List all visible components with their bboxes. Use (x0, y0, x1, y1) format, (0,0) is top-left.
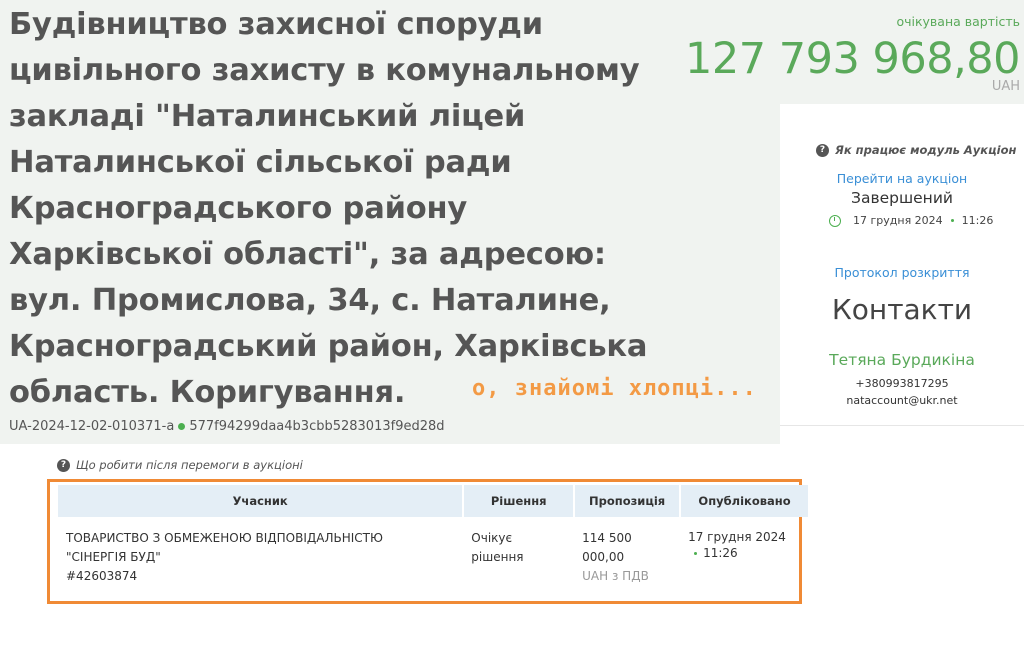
published-date: 17 грудня 2024 (688, 530, 786, 544)
decision-line1[interactable]: Очікує (471, 529, 574, 548)
published-cell: 17 грудня 2024 11:26 (680, 517, 809, 586)
separator-dot-icon (950, 219, 954, 222)
tender-id-row: UA-2024-12-02-010371-a 577f94299daa4b3cbb… (9, 419, 445, 434)
participant-name-line2: "СІНЕРГІЯ БУД" (66, 550, 161, 564)
bids-table: Учасник Рішення Пропозиція Опубліковано … (58, 485, 810, 586)
question-icon: ? (816, 143, 829, 157)
handwritten-annotation: о, знайомі хлопці... (472, 376, 757, 401)
table-row: ТОВАРИСТВО З ОБМЕЖЕНОЮ ВІДПОВІДАЛЬНІСТЮ … (58, 517, 809, 586)
separator-dot-icon (694, 551, 698, 555)
header-offer: Пропозиція (574, 485, 682, 517)
auction-date: 17 грудня 2024 (853, 214, 943, 227)
decision-cell[interactable]: Очікує рішення (463, 517, 574, 586)
tender-id: UA-2024-12-02-010371-a (9, 419, 175, 434)
expected-value-currency: UAH (991, 79, 1020, 94)
offer-cell: 114 500 000,00 UAH з ПДВ (574, 517, 680, 586)
offer-line1: 114 500 (582, 531, 632, 545)
auction-help-text: Як працює модуль Аукціон (835, 143, 1017, 157)
contact-name: Тетяна Бурдикіна (829, 351, 975, 369)
opening-protocol-link[interactable]: Протокол розкриття (780, 265, 1024, 280)
question-icon: ? (57, 458, 70, 472)
published-time-row: 11:26 (688, 545, 809, 561)
decision-line2[interactable]: рішення (471, 548, 574, 567)
bids-table-header: Учасник Рішення Пропозиція Опубліковано (58, 485, 810, 517)
header-published: Опубліковано (680, 485, 810, 517)
contact-email[interactable]: nataccount@ukr.net (780, 394, 1024, 407)
published-time: 11:26 (703, 546, 738, 560)
offer-line2: 000,00 (582, 550, 625, 564)
header-decision: Рішення (463, 485, 576, 517)
header-participant: Учасник (58, 485, 465, 517)
expected-value-label: очікувана вартість (896, 14, 1020, 29)
contacts-title: Контакти (831, 293, 973, 326)
offer-currency: UAH з ПДВ (582, 569, 649, 583)
after-win-help-link[interactable]: ? Що робити після перемоги в аукціоні (57, 458, 303, 472)
go-to-auction-link[interactable]: Перейти на аукціон (780, 171, 1024, 186)
expected-value-amount: 127 793 968,80 (685, 34, 1020, 84)
tender-hash: 577f94299daa4b3cbb5283013f9ed28d (189, 419, 445, 434)
auction-time: 11:26 (961, 214, 994, 227)
tender-title: Будівництво захисної споруди цивільного … (9, 7, 648, 410)
participant-cell: ТОВАРИСТВО З ОБМЕЖЕНОЮ ВІДПОВІДАЛЬНІСТЮ … (58, 517, 463, 586)
after-win-help-text: Що робити після перемоги в аукціоні (76, 458, 303, 472)
auction-date-row: 17 грудня 2024 11:26 (829, 214, 993, 227)
auction-help-link[interactable]: ? Як працює модуль Аукціон (816, 143, 1016, 157)
participant-code: #42603874 (66, 569, 138, 583)
clock-icon (829, 214, 841, 227)
status-dot-icon (178, 422, 186, 430)
auction-status: Завершений (851, 189, 953, 207)
participant-name-line1: ТОВАРИСТВО З ОБМЕЖЕНОЮ ВІДПОВІДАЛЬНІСТЮ (66, 531, 383, 545)
contact-phone[interactable]: +380993817295 (780, 377, 1024, 390)
